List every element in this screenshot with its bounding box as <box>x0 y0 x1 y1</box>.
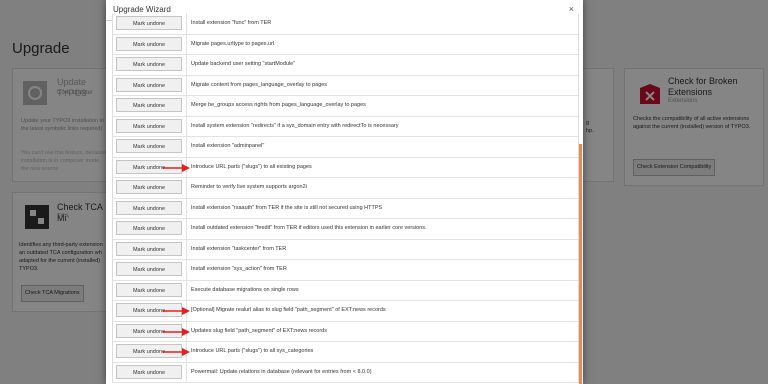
red-arrow-icon <box>163 307 190 315</box>
mark-undone-button[interactable]: Mark undone <box>116 139 182 153</box>
cell-divider <box>186 239 187 259</box>
wizard-label: Install system extension "redirects" if … <box>191 122 399 129</box>
cell-divider <box>186 34 187 54</box>
wizard-row: Mark undone Install extension "adminpanel… <box>113 137 578 158</box>
wizard-label: Install extension "sys_action" from TER <box>191 266 287 272</box>
mark-undone-button[interactable]: Mark undone <box>116 364 182 379</box>
mark-undone-button[interactable]: Mark undone <box>116 180 182 194</box>
cell-divider <box>186 178 187 198</box>
wizard-label: Migrate pages.urltype to pages.url <box>191 40 275 47</box>
cell-divider <box>186 96 187 116</box>
modal-title: Upgrade Wizard <box>113 5 171 14</box>
wizard-label: Execute database migrations on single ro… <box>191 286 299 293</box>
cell-divider <box>186 362 187 382</box>
wizard-label: Install extension "rsaauth" from TER if … <box>191 204 383 211</box>
mark-undone-button[interactable]: Mark undone <box>116 98 182 112</box>
wizard-label: Merge be_groups access rights from pages… <box>191 102 366 108</box>
wizard-label: Update backend user setting "startModule… <box>191 61 296 67</box>
mark-undone-button[interactable]: Mark undone <box>116 36 182 51</box>
mark-undone-button[interactable]: Mark undone <box>116 262 182 276</box>
wizard-label: Introduce URL parts ("slugs") to all sys… <box>191 348 314 354</box>
cell-divider <box>186 260 187 280</box>
wizard-row: Mark undone Powermail: Update relations i… <box>113 362 578 383</box>
cell-divider <box>186 137 187 157</box>
wizard-table: Mark undone Install extension "func" from… <box>112 14 579 383</box>
wizard-label: Powermail: Update relations in database … <box>191 368 372 375</box>
wizard-row: Mark undone Updates slug field "path_segm… <box>113 321 578 342</box>
wizard-row: Mark undone Install extension "sys_action… <box>113 260 578 281</box>
wizard-label: [Optional] Migrate realurl alias to slug… <box>191 307 386 313</box>
wizard-row: Mark undone Introduce URL parts ("slugs")… <box>113 342 578 363</box>
wizard-row: Mark undone Introduce URL parts ("slugs")… <box>113 157 578 178</box>
wizard-label: Install extension "adminpanel" <box>191 143 265 149</box>
mark-undone-button[interactable]: Mark undone <box>116 77 182 92</box>
wizard-row: Mark undone Install extension "taskcenter… <box>113 239 578 260</box>
red-arrow-icon <box>163 163 190 172</box>
cell-divider <box>186 280 187 300</box>
cell-divider <box>186 198 187 218</box>
wizard-label: Updates slug field "path_segment" of EXT… <box>191 327 327 334</box>
wizard-row: Mark undone Install extension "func" from… <box>113 14 578 35</box>
cell-divider <box>186 14 187 34</box>
wizard-row: Mark undone Update backend user setting "… <box>113 55 578 76</box>
wizard-label: Migrate content from pages_language_over… <box>191 81 328 88</box>
wizard-row: Mark undone Migrate pages.urltype to page… <box>113 34 578 55</box>
wizard-label: Reminder to verify live system supports … <box>191 184 307 190</box>
cell-divider <box>186 75 187 95</box>
wizard-row: Mark undone Reminder to verify live syste… <box>113 178 578 199</box>
wizard-label: Introduce URL parts ("slugs") to all exi… <box>191 163 312 170</box>
modal-body: Mark undone Install extension "func" from… <box>106 14 583 384</box>
close-icon[interactable]: × <box>569 4 574 14</box>
wizard-row: Mark undone Merge be_groups access rights… <box>113 96 578 117</box>
mark-undone-button[interactable]: Mark undone <box>116 16 182 30</box>
wizard-row: Mark undone [Optional] Migrate realurl al… <box>113 301 578 322</box>
wizard-row: Mark undone Install extension "rsaauth" f… <box>113 198 578 219</box>
wizard-label: Install outdated extension "feedit" from… <box>191 225 427 231</box>
cell-divider <box>186 55 187 75</box>
wizard-row: Mark undone Execute database migrations o… <box>113 280 578 301</box>
mark-undone-button[interactable]: Mark undone <box>116 282 182 297</box>
cell-divider <box>186 116 187 136</box>
wizard-row: Mark undone Install system extension "red… <box>113 116 578 137</box>
upgrade-wizard-modal: Upgrade Wizard × Mark undone Install exte… <box>106 0 583 384</box>
wizard-label: Install extension "func" from TER <box>191 20 272 26</box>
scrollbar-thumb[interactable] <box>579 144 582 384</box>
red-arrow-icon <box>163 348 190 356</box>
mark-undone-button[interactable]: Mark undone <box>116 241 182 256</box>
mark-undone-button[interactable]: Mark undone <box>116 221 182 235</box>
wizard-row: Mark undone Install outdated extension "f… <box>113 219 578 240</box>
cell-divider <box>186 219 187 239</box>
wizard-label: Install extension "taskcenter" from TER <box>191 245 287 252</box>
mark-undone-button[interactable]: Mark undone <box>116 200 182 215</box>
mark-undone-button[interactable]: Mark undone <box>116 118 182 133</box>
wizard-row: Mark undone Migrate content from pages_la… <box>113 75 578 96</box>
red-arrow-icon <box>163 327 190 336</box>
mark-undone-button[interactable]: Mark undone <box>116 57 182 71</box>
